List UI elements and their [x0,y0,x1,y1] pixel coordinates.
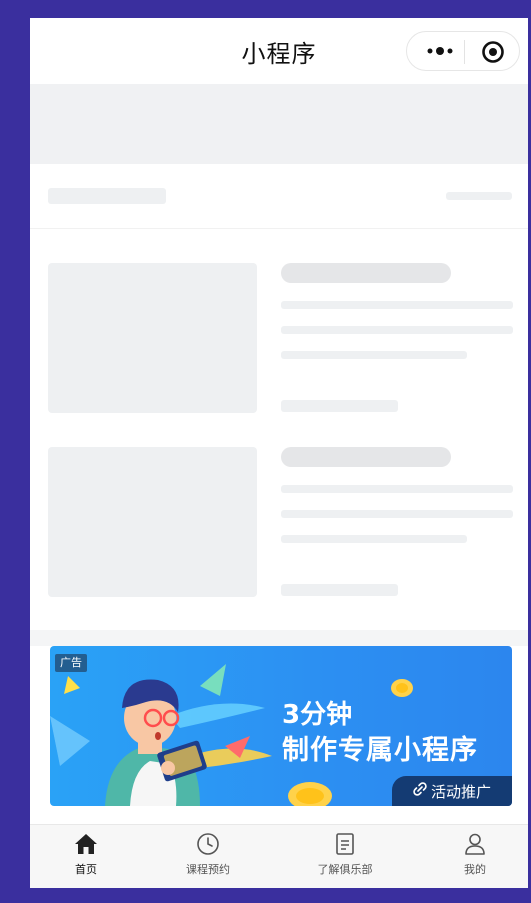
more-dots-icon[interactable] [425,41,457,61]
skeleton-card-line [281,535,467,543]
clock-icon [158,831,258,857]
skeleton-card-line [281,301,513,309]
navigation-bar: 小程序 [30,18,528,84]
skeleton-card-line [281,510,513,518]
skeleton-card-title [281,263,451,283]
ad-banner[interactable]: 广告 3分钟 制作专属小程序 活动推广 [50,646,512,806]
ad-label-badge: 广告 [55,654,87,672]
ad-headline: 3分钟 [282,700,353,730]
tab-home-label: 首页 [75,863,97,876]
tab-about-club[interactable]: 了解俱乐部 [295,831,395,877]
skeleton-card-meta [281,584,398,596]
promo-label: 活动推广 [430,782,491,801]
tab-mine[interactable]: 我的 [425,831,525,877]
skeleton-heading [48,188,166,204]
skeleton-heading-more [446,192,512,200]
skeleton-card-line [281,326,513,334]
tab-course-booking[interactable]: 课程预约 [158,831,258,877]
skeleton-card-meta [281,400,398,412]
tab-home[interactable]: 首页 [36,831,136,877]
mini-program-screen: 小程序 广告 3分钟 制作专属小程序 活动推广 首页 课程预约 了解俱乐部 我的 [30,18,528,888]
bottom-tab-bar: 首页 课程预约 了解俱乐部 我的 [30,824,528,888]
promo-button[interactable]: 活动推广 [392,776,512,806]
skeleton-card-image [48,447,257,597]
capsule-divider [464,40,465,64]
tab-course-booking-label: 课程预约 [186,863,230,876]
capsule-menu [406,31,520,71]
document-icon [295,831,395,857]
target-circle-icon[interactable] [481,40,505,64]
user-icon [425,831,525,857]
skeleton-banner [30,84,528,164]
tab-mine-label: 我的 [464,863,486,876]
home-icon [36,831,136,857]
skeleton-gap [30,630,528,646]
skeleton-card-image [48,263,257,413]
tab-about-club-label: 了解俱乐部 [317,863,373,876]
ad-subheadline: 制作专属小程序 [282,735,478,766]
skeleton-card-line [281,485,513,493]
link-icon [413,782,427,800]
section-divider [30,228,528,229]
skeleton-card-line [281,351,467,359]
skeleton-card-title [281,447,451,467]
